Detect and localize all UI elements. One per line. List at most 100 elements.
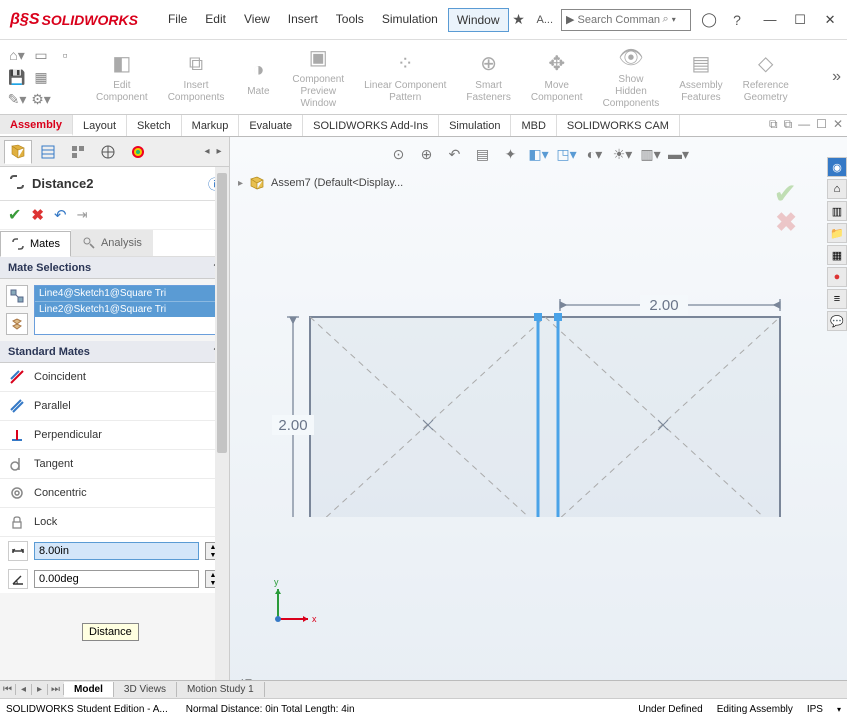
taskpane-file-explorer-icon[interactable]: 📁: [827, 223, 847, 243]
graphics-viewport[interactable]: ⊙ ⊕ ↶ ▤ ✦ ◧▾ ◳▾ ◐▾ ☀▾ ▥▾ ▬▾ ▸ Assem7 (De…: [230, 137, 847, 697]
tab-addins[interactable]: SOLIDWORKS Add-Ins: [303, 115, 439, 136]
home-icon[interactable]: ⌂▾: [8, 46, 26, 64]
close-doc-icon[interactable]: ▫: [56, 46, 74, 64]
nav-next-icon[interactable]: ▸: [32, 684, 48, 695]
view-triad[interactable]: x y: [260, 577, 320, 637]
ribbon-insert-components[interactable]: ⧉Insert Components: [158, 50, 235, 104]
selection-item-2[interactable]: Line2@Sketch1@Square Tri: [35, 301, 222, 317]
tab-model[interactable]: Model: [64, 682, 114, 697]
tab-3d-views[interactable]: 3D Views: [114, 682, 177, 697]
angle-input[interactable]: [34, 570, 199, 588]
panel-tab-config[interactable]: [64, 140, 92, 164]
mate-parallel[interactable]: Parallel: [0, 392, 229, 421]
user-icon[interactable]: ◯: [699, 10, 719, 30]
confirm-check-icon[interactable]: ✔: [774, 177, 797, 210]
menu-tools[interactable]: Tools: [328, 8, 372, 32]
menu-window[interactable]: Window: [448, 8, 509, 32]
panel-scrollbar[interactable]: [215, 167, 229, 697]
command-search[interactable]: ▶ ⌕ ▾: [561, 9, 691, 31]
panel-popout-icon[interactable]: ⧉: [769, 117, 778, 132]
taskpane-design-library-icon[interactable]: ▥: [827, 201, 847, 221]
panel-tab-left-arrow[interactable]: ◂: [201, 140, 213, 164]
breadcrumb-arrow-icon[interactable]: ▸: [238, 178, 243, 189]
breadcrumb[interactable]: ▸ Assem7 (Default<Display...: [238, 175, 403, 191]
search-icon[interactable]: ⌕: [663, 13, 669, 26]
ribbon-reference-geometry[interactable]: ◇Reference Geometry: [733, 50, 799, 104]
mate-align-icon[interactable]: [6, 313, 28, 335]
view-settings-icon[interactable]: ▥▾: [640, 143, 662, 165]
scrollbar-thumb[interactable]: [217, 173, 227, 453]
panel-close-icon[interactable]: ✕: [833, 117, 843, 132]
tab-assembly[interactable]: Assembly: [0, 115, 73, 136]
tab-analysis[interactable]: Analysis: [71, 230, 153, 256]
tab-layout[interactable]: Layout: [73, 115, 127, 136]
ribbon-more-icon[interactable]: »: [832, 68, 841, 86]
panel-max-icon[interactable]: ☐: [816, 117, 827, 132]
taskpane-appearances-icon[interactable]: ●: [827, 267, 847, 287]
nav-prev-icon[interactable]: ◂: [16, 684, 32, 695]
mate-concentric[interactable]: Concentric: [0, 479, 229, 508]
taskpane-resources-icon[interactable]: ◉: [827, 157, 847, 177]
taskpane-view-palette-icon[interactable]: ▦: [827, 245, 847, 265]
nav-last-icon[interactable]: ⏭: [48, 684, 64, 695]
tab-markup[interactable]: Markup: [182, 115, 240, 136]
hide-show-icon[interactable]: ◳▾: [556, 143, 578, 165]
apply-scene-icon[interactable]: ☀▾: [612, 143, 634, 165]
undo-button[interactable]: ↶: [54, 206, 67, 224]
menu-view[interactable]: View: [236, 8, 278, 32]
tab-cam[interactable]: SOLIDWORKS CAM: [557, 115, 680, 136]
pin-button[interactable]: ⇥: [77, 207, 88, 223]
panel-min-icon[interactable]: —: [798, 117, 810, 132]
ok-button[interactable]: ✔: [8, 205, 21, 225]
panel-tab-property[interactable]: [34, 140, 62, 164]
maximize-button[interactable]: ☐: [785, 8, 815, 32]
mate-coincident[interactable]: Coincident: [0, 363, 229, 392]
nav-first-icon[interactable]: ⏮: [0, 684, 16, 695]
tab-evaluate[interactable]: Evaluate: [239, 115, 303, 136]
distance-icon[interactable]: [8, 541, 28, 561]
mate-lock[interactable]: Lock: [0, 508, 229, 537]
zoom-area-icon[interactable]: ⊕: [416, 143, 438, 165]
gear-icon[interactable]: ⚙▾: [32, 90, 50, 108]
display-style-icon[interactable]: ◧▾: [528, 143, 550, 165]
ribbon-linear-pattern[interactable]: ⁘Linear Component Pattern: [354, 50, 456, 104]
panel-tab-right-arrow[interactable]: ▸: [213, 140, 225, 164]
panel-tab-feature-tree[interactable]: [4, 140, 32, 164]
close-button[interactable]: ✕: [815, 8, 845, 32]
ribbon-move-component[interactable]: ✥Move Component: [521, 50, 593, 104]
dynamic-icon[interactable]: ✦: [500, 143, 522, 165]
taskpane-home-icon[interactable]: ⌂: [827, 179, 847, 199]
section-view-icon[interactable]: ▤: [472, 143, 494, 165]
ribbon-smart-fasteners[interactable]: ⊕Smart Fasteners: [456, 50, 520, 104]
mate-perpendicular[interactable]: Perpendicular: [0, 421, 229, 450]
status-dropdown-icon[interactable]: ▾: [837, 705, 841, 714]
tab-motion-study[interactable]: Motion Study 1: [177, 682, 265, 697]
distance-input[interactable]: [34, 542, 199, 560]
minimize-button[interactable]: —: [755, 8, 785, 32]
menu-file[interactable]: File: [160, 8, 195, 32]
selection-item-1[interactable]: Line4@Sketch1@Square Tri: [35, 286, 222, 301]
standard-mates-header[interactable]: Standard Mates ⌃: [0, 341, 229, 363]
ribbon-assembly-features[interactable]: ▤Assembly Features: [669, 50, 732, 104]
previous-view-icon[interactable]: ↶: [444, 143, 466, 165]
cancel-button[interactable]: ✖: [31, 206, 44, 224]
edit-appearance-icon[interactable]: ◐▾: [584, 143, 606, 165]
selection-listbox[interactable]: Line4@Sketch1@Square Tri Line2@Sketch1@S…: [34, 285, 223, 335]
search-input[interactable]: [578, 14, 663, 26]
save-icon[interactable]: 💾: [8, 68, 26, 86]
menu-insert[interactable]: Insert: [280, 8, 326, 32]
mate-selections-header[interactable]: Mate Selections ⌃: [0, 257, 229, 279]
search-dropdown-icon[interactable]: ▾: [672, 15, 676, 24]
print-icon[interactable]: ▦: [32, 68, 50, 86]
menu-simulation[interactable]: Simulation: [374, 8, 446, 32]
tab-simulation[interactable]: Simulation: [439, 115, 511, 136]
zoom-fit-icon[interactable]: ⊙: [388, 143, 410, 165]
mate-tangent[interactable]: Tangent: [0, 450, 229, 479]
taskpane-custom-props-icon[interactable]: ≡: [827, 289, 847, 309]
tab-mbd[interactable]: MBD: [511, 115, 556, 136]
tab-mates[interactable]: Mates: [0, 231, 71, 257]
panel-popin-icon[interactable]: ⧉: [784, 117, 793, 132]
menu-edit[interactable]: Edit: [197, 8, 234, 32]
angle-icon[interactable]: [8, 569, 28, 589]
open-icon[interactable]: ▭: [32, 46, 50, 64]
